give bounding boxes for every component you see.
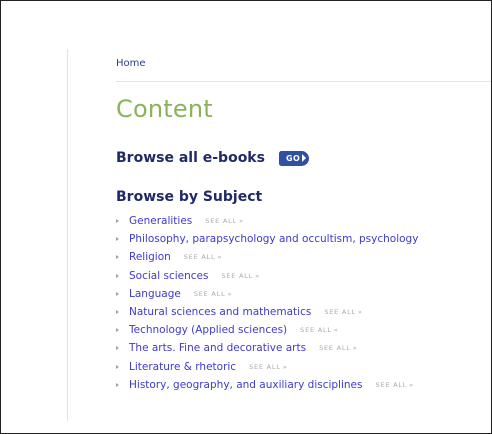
bullet-icon: [116, 273, 119, 278]
see-all-label: SEE ALL: [193, 289, 226, 298]
see-all-label: SEE ALL: [249, 362, 281, 371]
subject-list-item: Social sciences SEE ALL»: [116, 267, 418, 285]
breadcrumb-divider: [116, 81, 491, 82]
double-chevron-right-icon: »: [227, 289, 232, 298]
see-all-link[interactable]: SEE ALL»: [319, 344, 357, 352]
subject-link[interactable]: Religion: [129, 251, 171, 263]
browse-all-row: Browse all e-books GO: [116, 150, 310, 166]
subject-list-item: Generalities SEE ALL»: [116, 212, 418, 230]
subject-list-item: The arts. Fine and decorative arts SEE AL…: [116, 339, 418, 357]
subject-link[interactable]: Philosophy, parapsychology and occultism…: [129, 233, 418, 245]
subject-link[interactable]: Generalities: [129, 215, 192, 227]
go-button[interactable]: GO: [278, 150, 310, 166]
see-all-label: SEE ALL: [183, 253, 216, 262]
subject-link[interactable]: Social sciences: [129, 270, 208, 282]
see-all-link[interactable]: SEE ALL»: [221, 272, 259, 280]
bullet-icon: [116, 255, 119, 260]
see-all-label: SEE ALL: [205, 217, 237, 226]
double-chevron-right-icon: »: [352, 344, 357, 353]
subject-list-item: Literature & rhetoric SEE ALL»: [116, 358, 418, 376]
see-all-link[interactable]: SEE ALL»: [375, 381, 413, 389]
bullet-icon: [116, 382, 119, 387]
subject-link[interactable]: The arts. Fine and decorative arts: [129, 342, 306, 354]
subject-list-item: Technology (Applied sciences) SEE ALL»: [116, 321, 418, 339]
double-chevron-right-icon: »: [409, 380, 414, 389]
subject-list: Generalities SEE ALL» Philosophy, parapsyc…: [116, 212, 418, 394]
see-all-label: SEE ALL: [375, 380, 408, 389]
page-frame: Home Content Browse all e-books GO Brows…: [0, 0, 492, 434]
see-all-label: SEE ALL: [319, 344, 351, 353]
double-chevron-right-icon: »: [255, 271, 260, 280]
subject-link[interactable]: History, geography, and auxiliary discip…: [129, 379, 362, 391]
see-all-label: SEE ALL: [324, 308, 357, 317]
subject-link[interactable]: Natural sciences and mathematics: [129, 306, 311, 318]
double-chevron-right-icon: »: [358, 308, 362, 317]
bullet-icon: [116, 364, 119, 369]
bullet-icon: [116, 328, 119, 333]
browse-all-heading: Browse all e-books: [116, 150, 265, 166]
bullet-icon: [116, 346, 119, 351]
bullet-icon: [116, 310, 119, 315]
subject-link[interactable]: Literature & rhetoric: [129, 361, 236, 373]
see-all-link[interactable]: SEE ALL»: [184, 253, 222, 261]
see-all-link[interactable]: SEE ALL»: [205, 217, 243, 225]
double-chevron-right-icon: »: [282, 362, 287, 371]
double-chevron-right-icon: »: [238, 217, 243, 226]
see-all-link[interactable]: SEE ALL»: [249, 363, 287, 371]
left-divider: [67, 49, 68, 421]
bullet-icon: [116, 291, 119, 296]
see-all-label: SEE ALL: [300, 326, 332, 335]
double-chevron-right-icon: »: [217, 253, 222, 262]
subject-list-item: Religion SEE ALL»: [116, 248, 418, 266]
subject-list-item: Natural sciences and mathematics SEE ALL»: [116, 303, 418, 321]
subject-list-item: Language SEE ALL»: [116, 285, 418, 303]
arrow-right-icon: [302, 153, 307, 162]
see-all-link[interactable]: SEE ALL»: [194, 290, 232, 298]
bullet-icon: [116, 219, 119, 224]
subject-list-item: Philosophy, parapsychology and occultism…: [116, 230, 418, 248]
subject-list-item: History, geography, and auxiliary discip…: [116, 376, 418, 394]
double-chevron-right-icon: »: [333, 326, 338, 335]
browse-by-subject-heading: Browse by Subject: [116, 189, 263, 205]
see-all-link[interactable]: SEE ALL»: [300, 326, 338, 334]
go-button-label: GO: [285, 153, 301, 163]
breadcrumb-home-link[interactable]: Home: [116, 58, 146, 69]
page-title: Content: [116, 95, 213, 123]
subject-link[interactable]: Language: [129, 288, 181, 300]
subject-link[interactable]: Technology (Applied sciences): [129, 324, 287, 336]
see-all-label: SEE ALL: [221, 271, 254, 280]
see-all-link[interactable]: SEE ALL»: [324, 308, 362, 316]
bullet-icon: [116, 237, 119, 242]
